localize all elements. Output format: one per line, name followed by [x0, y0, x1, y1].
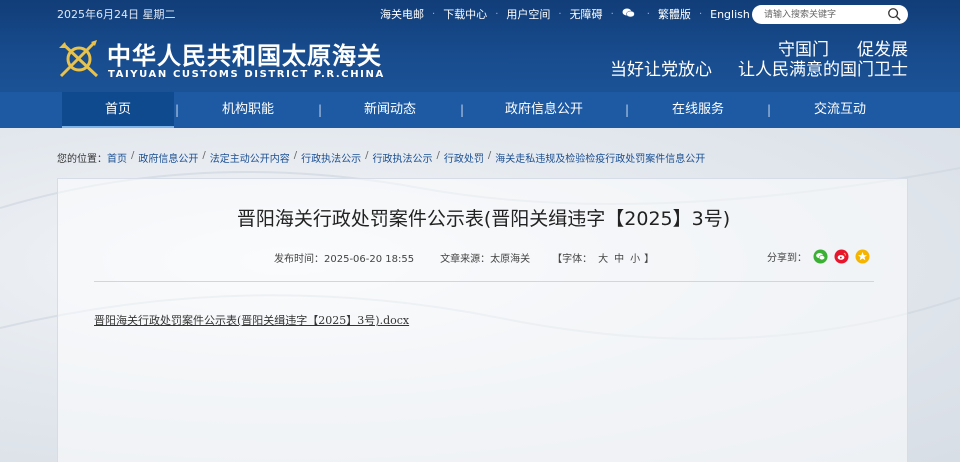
- toplink-accessibility[interactable]: 无障碍: [570, 6, 603, 22]
- nav-separator: |: [318, 103, 323, 117]
- toplink-traditional[interactable]: 繁體版: [658, 6, 691, 22]
- toplink-separator: ·: [698, 8, 703, 20]
- toplink-separator: ·: [432, 8, 436, 20]
- nav-separator: |: [625, 103, 630, 117]
- article-title: 晋阳海关行政处罚案件公示表(晋阳关缉违字【2025】3号): [236, 208, 731, 230]
- slogan-line1-part2: 促发展: [857, 40, 908, 60]
- slogan-line1-part1: 守国门: [778, 40, 829, 60]
- customs-emblem-icon: [59, 40, 99, 78]
- toplink-userspace[interactable]: 用户空间: [506, 6, 550, 22]
- article-source: 文章来源：太原海关: [440, 254, 531, 265]
- toplink-separator: ·: [646, 8, 650, 20]
- share-wechat-icon[interactable]: [813, 249, 828, 264]
- toplink-email[interactable]: 海关电邮: [380, 6, 424, 22]
- slogan-line2-part1: 当好让党放心: [610, 60, 712, 80]
- logo-chinese-name: 中华人民共和国太原海关: [107, 41, 382, 70]
- font-size-large[interactable]: 大: [598, 254, 608, 265]
- share-bar: 分享到：: [767, 249, 870, 264]
- breadcrumb-separator: /: [365, 150, 369, 161]
- current-date: 2025年6月24日 星期二: [57, 8, 176, 21]
- breadcrumb-separator: /: [293, 150, 298, 161]
- article-meta: 发布时间：2025-06-20 18:55 文章来源：太原海关 【字体： 大中小】: [274, 250, 654, 265]
- wechat-icon: [622, 8, 635, 17]
- slogan-line2-part2: 让人民满意的国门卫士: [738, 60, 908, 80]
- font-size-label: 【字体：: [552, 254, 593, 265]
- publish-time: 发布时间：2025-06-20 18:55: [274, 254, 415, 265]
- search-icon[interactable]: [887, 7, 901, 21]
- main-nav: 首页 | 机构职能 | 新闻动态 | 政府信息公开 | 在线服务 | 交流互动: [0, 92, 960, 128]
- share-label: 分享到：: [767, 253, 807, 264]
- nav-online-service[interactable]: 在线服务: [650, 92, 746, 128]
- breadcrumb-item[interactable]: 首页: [107, 150, 127, 165]
- font-size-small[interactable]: 小: [630, 254, 640, 265]
- share-qzone-icon[interactable]: [855, 249, 870, 264]
- breadcrumb-separator: /: [487, 150, 492, 161]
- toplink-separator: ·: [558, 8, 562, 20]
- logo-english-name: TAIYUAN CUSTOMS DISTRICT P.R.CHINA: [108, 69, 385, 80]
- breadcrumb-item[interactable]: 海关走私违规及检验检疫行政处罚案件信息公开: [495, 150, 705, 165]
- nav-interaction[interactable]: 交流互动: [792, 92, 888, 128]
- nav-news[interactable]: 新闻动态: [342, 92, 438, 128]
- breadcrumb-separator: /: [436, 150, 440, 161]
- attachment-link[interactable]: 晋阳海关行政处罚案件公示表(晋阳关缉违字【2025】3号).docx: [94, 312, 409, 328]
- site-header: 2025年6月24日 星期二 海关电邮 · 下载中心 · 用户空间 · 无障碍 …: [0, 0, 960, 92]
- article-panel: 晋阳海关行政处罚案件公示表(晋阳关缉违字【2025】3号) 发布时间：2025-…: [57, 178, 908, 462]
- breadcrumb-item[interactable]: 法定主动公开内容: [210, 150, 290, 165]
- breadcrumb: 您的位置： 首页 / 政府信息公开 / 法定主动公开内容 / 行政执法公示 / …: [57, 150, 705, 165]
- slogan: 守国门 促发展 当好让党放心 让人民满意的国门卫士: [610, 40, 908, 80]
- site-logo[interactable]: 中华人民共和国太原海关 TAIYUAN CUSTOMS DISTRICT P.R…: [57, 36, 383, 86]
- nav-functions[interactable]: 机构职能: [200, 92, 296, 128]
- breadcrumb-item[interactable]: 政府信息公开: [138, 150, 198, 165]
- nav-separator: |: [175, 103, 180, 117]
- nav-gov-info[interactable]: 政府信息公开: [494, 92, 594, 128]
- search-box: [752, 5, 908, 24]
- top-links: 海关电邮 · 下载中心 · 用户空间 · 无障碍 · · 繁體版 · Engli…: [380, 6, 750, 22]
- nav-separator: |: [767, 103, 772, 117]
- toplink-wechat[interactable]: [622, 8, 639, 21]
- breadcrumb-separator: /: [131, 150, 135, 161]
- breadcrumb-label: 您的位置：: [57, 154, 107, 165]
- toplink-separator: ·: [610, 8, 614, 20]
- breadcrumb-item[interactable]: 行政执法公示: [301, 150, 361, 165]
- toplink-download[interactable]: 下载中心: [443, 6, 487, 22]
- share-weibo-icon[interactable]: [834, 249, 849, 264]
- search-input[interactable]: [752, 6, 872, 23]
- nav-separator: |: [460, 103, 465, 117]
- toplink-separator: ·: [495, 8, 499, 20]
- breadcrumb-separator: /: [202, 150, 206, 161]
- font-size-control: 【字体： 大中小】: [552, 250, 654, 265]
- font-size-medium[interactable]: 中: [614, 254, 624, 265]
- breadcrumb-item[interactable]: 行政处罚: [444, 150, 484, 165]
- toplink-english[interactable]: English: [710, 8, 750, 21]
- font-size-end: 】: [644, 254, 655, 265]
- breadcrumb-item[interactable]: 行政执法公示: [373, 150, 433, 165]
- article-divider: [94, 281, 874, 282]
- nav-home[interactable]: 首页: [62, 92, 174, 128]
